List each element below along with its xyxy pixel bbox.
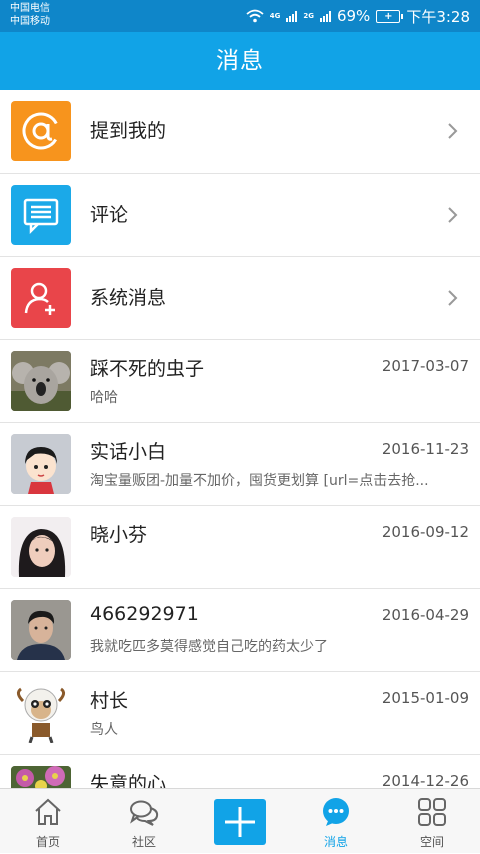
carrier-2: 中国移动: [10, 16, 50, 27]
clock: 下午3:28: [406, 7, 470, 26]
category-comments[interactable]: 评论: [0, 174, 480, 257]
chat-bubbles-icon: [130, 800, 159, 826]
tab-messages[interactable]: 消息: [288, 789, 384, 854]
chevron-right-icon: [448, 123, 458, 139]
contact-name: 失意的心: [90, 773, 167, 788]
message-preview: 哈哈: [90, 390, 118, 406]
category-mentions[interactable]: 提到我的: [0, 90, 480, 174]
status-indicators: 4G 2G 69% + 下午3:28: [246, 7, 470, 26]
carrier-1: 中国电信: [10, 3, 50, 14]
avatar: [11, 434, 71, 494]
message-date: 2016-09-12: [381, 523, 469, 541]
avatar: [11, 517, 71, 577]
message-preview: 淘宝量贩团-加量不加价，囤货更划算 [url=点击去抢...: [90, 473, 429, 489]
grid-icon: [418, 798, 446, 826]
avatar: [11, 766, 71, 788]
chevron-right-icon: [448, 207, 458, 223]
message-list[interactable]: 提到我的 评论 系统消息 踩不死的虫子 2017-03-07 哈哈 实话小白 2…: [0, 90, 480, 788]
tab-home[interactable]: 首页: [0, 789, 96, 854]
message-date: 2016-04-29: [381, 606, 469, 624]
comment-icon: [11, 185, 71, 245]
tab-community[interactable]: 社区: [96, 789, 192, 854]
battery-icon: +: [376, 9, 404, 23]
tab-label: 社区: [131, 835, 156, 849]
network-4g-label: 4G: [269, 11, 281, 20]
contact-name: 踩不死的虫子: [90, 358, 205, 380]
signal-bars-icon: [286, 10, 298, 22]
avatar: [11, 351, 71, 411]
message-preview: 鸟人: [90, 722, 118, 738]
conversation-item[interactable]: 466292971 2016-04-29 我就吃匹多莫得感觉自己吃的药太少了: [0, 589, 480, 672]
status-bar: 中国电信 中国移动 4G 2G 69% + 下午3:28: [0, 0, 480, 32]
contact-name: 晓小芬: [90, 524, 148, 546]
bottom-tab-bar: 首页 社区 消息 空间: [0, 788, 480, 853]
category-label: 系统消息: [90, 287, 167, 309]
chevron-right-icon: [448, 290, 458, 306]
contact-name: 466292971: [90, 603, 199, 625]
message-date: 2015-01-09: [381, 689, 469, 707]
conversation-item[interactable]: 失意的心 2014-12-26: [0, 755, 480, 788]
tab-label: 首页: [35, 835, 60, 849]
battery-percent: 69%: [336, 7, 371, 25]
conversation-item[interactable]: 实话小白 2016-11-23 淘宝量贩团-加量不加价，囤货更划算 [url=点…: [0, 423, 480, 506]
plus-icon: [225, 807, 255, 837]
signal-bars-icon: [319, 10, 331, 22]
add-user-icon: [11, 268, 71, 328]
message-date: 2014-12-26: [381, 772, 469, 788]
category-label: 评论: [90, 204, 129, 226]
message-date: 2016-11-23: [381, 440, 469, 458]
category-system[interactable]: 系统消息: [0, 257, 480, 340]
at-icon: [11, 101, 71, 161]
contact-name: 实话小白: [90, 441, 167, 463]
conversation-item[interactable]: 村长 2015-01-09 鸟人: [0, 672, 480, 755]
carrier-info: 中国电信 中国移动: [10, 2, 50, 28]
category-label: 提到我的: [90, 120, 167, 142]
network-2g-label: 2G: [303, 11, 314, 20]
page-title: 消息: [0, 32, 480, 90]
message-date: 2017-03-07: [381, 357, 469, 375]
contact-name: 村长: [90, 690, 129, 712]
avatar: [11, 683, 71, 743]
tab-label: 空间: [419, 835, 444, 849]
home-icon: [35, 798, 61, 825]
wifi-icon: [246, 9, 264, 23]
tab-label: 消息: [323, 835, 348, 849]
tab-space[interactable]: 空间: [384, 789, 480, 854]
conversation-item[interactable]: 踩不死的虫子 2017-03-07 哈哈: [0, 340, 480, 423]
message-preview: 我就吃匹多莫得感觉自己吃的药太少了: [90, 639, 328, 655]
avatar: [11, 600, 71, 660]
compose-plus-button[interactable]: [214, 799, 266, 845]
message-icon: [323, 798, 349, 826]
conversation-item[interactable]: 晓小芬 2016-09-12: [0, 506, 480, 589]
